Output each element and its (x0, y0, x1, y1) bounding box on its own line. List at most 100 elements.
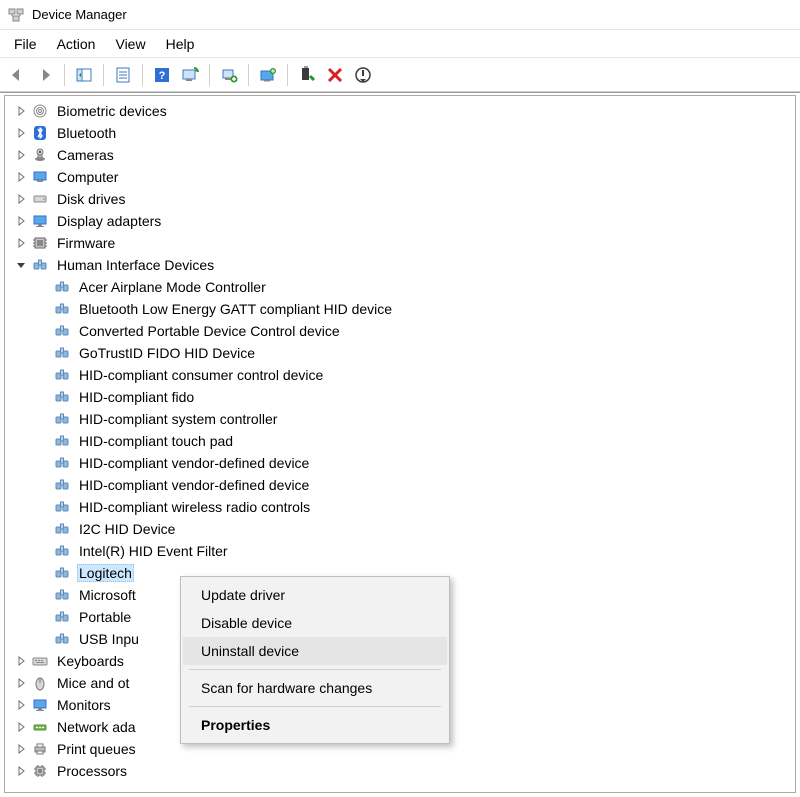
add-legacy-hardware-button[interactable] (216, 62, 242, 88)
tree-device[interactable]: HID-compliant touch pad (27, 430, 795, 452)
tree-spacer (35, 301, 51, 317)
tree-device[interactable]: HID-compliant vendor-defined device (27, 474, 795, 496)
tree-category-label: Processors (55, 763, 129, 779)
tree-expander[interactable] (13, 257, 29, 273)
tree-expander[interactable] (13, 763, 29, 779)
menu-file[interactable]: File (4, 32, 47, 56)
tree-device-label: HID-compliant system controller (77, 411, 279, 427)
tree-category-label: Display adapters (55, 213, 163, 229)
camera-icon (31, 146, 49, 164)
show-hide-console-tree-button[interactable] (71, 62, 97, 88)
tree-device[interactable]: HID-compliant wireless radio controls (27, 496, 795, 518)
ctx-uninstall-device[interactable]: Uninstall device (183, 637, 447, 665)
tree-device[interactable]: HID-compliant consumer control device (27, 364, 795, 386)
ctx-scan-hardware[interactable]: Scan for hardware changes (183, 674, 447, 702)
tree-device[interactable]: HID-compliant fido (27, 386, 795, 408)
tree-spacer (35, 455, 51, 471)
tree-category[interactable]: Disk drives (5, 188, 795, 210)
toolbar-separator (287, 64, 288, 86)
toolbar: ? (0, 58, 800, 92)
ctx-update-driver[interactable]: Update driver (183, 581, 447, 609)
update-driver-button[interactable] (255, 62, 281, 88)
forward-button[interactable] (32, 62, 58, 88)
ctx-separator (189, 669, 441, 670)
tree-expander[interactable] (13, 213, 29, 229)
tree-device-label: HID-compliant wireless radio controls (77, 499, 312, 515)
hid-icon (53, 586, 71, 604)
scan-hardware-button[interactable] (177, 62, 203, 88)
uninstall-device-button[interactable] (322, 62, 348, 88)
hid-icon (53, 366, 71, 384)
tree-expander[interactable] (13, 191, 29, 207)
hid-icon (53, 300, 71, 318)
tree-device[interactable]: Intel(R) HID Event Filter (27, 540, 795, 562)
tree-device-label: GoTrustID FIDO HID Device (77, 345, 257, 361)
hid-icon (53, 476, 71, 494)
tree-spacer (35, 411, 51, 427)
toolbar-separator (209, 64, 210, 86)
hid-icon (53, 410, 71, 428)
tree-device-label: I2C HID Device (77, 521, 177, 537)
tree-device[interactable]: Converted Portable Device Control device (27, 320, 795, 342)
properties-button[interactable] (110, 62, 136, 88)
menu-action[interactable]: Action (47, 32, 106, 56)
hid-icon (53, 520, 71, 538)
tree-device-label: Bluetooth Low Energy GATT compliant HID … (77, 301, 394, 317)
menu-view[interactable]: View (105, 32, 155, 56)
tree-expander[interactable] (13, 125, 29, 141)
tree-expander[interactable] (13, 697, 29, 713)
tree-expander[interactable] (13, 169, 29, 185)
tree-device[interactable]: HID-compliant system controller (27, 408, 795, 430)
tree-device[interactable]: GoTrustID FIDO HID Device (27, 342, 795, 364)
tree-category-label: Disk drives (55, 191, 127, 207)
tree-category[interactable]: Cameras (5, 144, 795, 166)
tree-spacer (35, 565, 51, 581)
tree-category-label: Mice and ot (55, 675, 131, 691)
disable-device-button[interactable] (350, 62, 376, 88)
tree-expander[interactable] (13, 103, 29, 119)
hid-icon (53, 630, 71, 648)
enable-device-button[interactable] (294, 62, 320, 88)
hid-icon (53, 344, 71, 362)
tree-category-label: Biometric devices (55, 103, 169, 119)
tree-expander[interactable] (13, 653, 29, 669)
ctx-properties[interactable]: Properties (183, 711, 447, 739)
mouse-icon (31, 674, 49, 692)
bluetooth-icon (31, 124, 49, 142)
tree-device[interactable]: Bluetooth Low Energy GATT compliant HID … (27, 298, 795, 320)
tree-category[interactable]: Bluetooth (5, 122, 795, 144)
tree-device[interactable]: Acer Airplane Mode Controller (27, 276, 795, 298)
context-menu: Update driver Disable device Uninstall d… (180, 576, 450, 744)
tree-spacer (35, 323, 51, 339)
tree-device-label: HID-compliant fido (77, 389, 196, 405)
tree-expander[interactable] (13, 235, 29, 251)
help-button[interactable]: ? (149, 62, 175, 88)
ctx-disable-device[interactable]: Disable device (183, 609, 447, 637)
tree-category-label: Keyboards (55, 653, 126, 669)
tree-category-label: Firmware (55, 235, 117, 251)
tree-spacer (35, 279, 51, 295)
toolbar-separator (248, 64, 249, 86)
toolbar-separator (142, 64, 143, 86)
tree-category-label: Cameras (55, 147, 116, 163)
tree-expander[interactable] (13, 741, 29, 757)
back-button[interactable] (4, 62, 30, 88)
tree-category[interactable]: Processors (5, 760, 795, 782)
tree-category-label: Computer (55, 169, 120, 185)
tree-device-label: Intel(R) HID Event Filter (77, 543, 230, 559)
tree-category[interactable]: Biometric devices (5, 100, 795, 122)
tree-category[interactable]: Firmware (5, 232, 795, 254)
tree-category[interactable]: Display adapters (5, 210, 795, 232)
tree-expander[interactable] (13, 719, 29, 735)
device-manager-appicon (8, 7, 24, 23)
tree-category[interactable]: Human Interface Devices (5, 254, 795, 276)
tree-category[interactable]: Computer (5, 166, 795, 188)
tree-device[interactable]: I2C HID Device (27, 518, 795, 540)
hid-icon (53, 454, 71, 472)
tree-expander[interactable] (13, 147, 29, 163)
tree-device[interactable]: HID-compliant vendor-defined device (27, 452, 795, 474)
tree-expander[interactable] (13, 675, 29, 691)
menu-help[interactable]: Help (156, 32, 205, 56)
toolbar-separator (103, 64, 104, 86)
network-icon (31, 718, 49, 736)
